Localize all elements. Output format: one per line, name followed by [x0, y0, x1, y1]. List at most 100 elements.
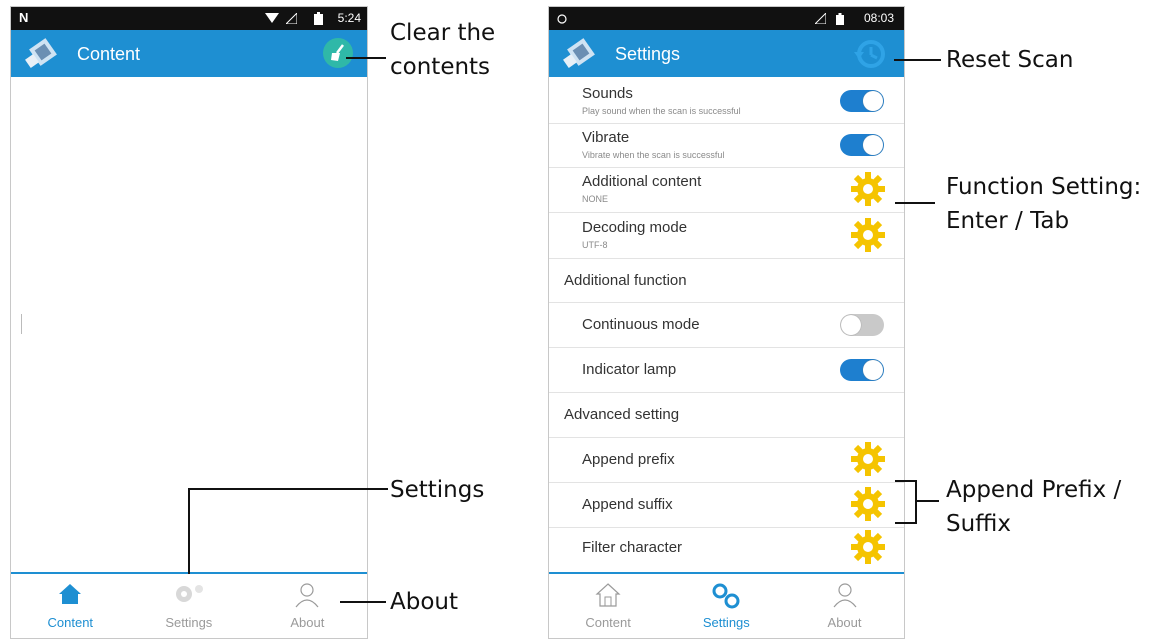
settings-gear-icon: [712, 583, 740, 609]
leader-line: [188, 488, 388, 490]
clear-contents-button[interactable]: [323, 38, 353, 68]
setting-sounds[interactable]: Sounds Play sound when the scan is succe…: [549, 77, 904, 124]
bracket-line: [915, 480, 917, 524]
sounds-toggle[interactable]: [840, 90, 884, 112]
setting-append-suffix[interactable]: Append suffix: [549, 482, 904, 528]
about-person-icon: [295, 583, 319, 608]
tab-label: Settings: [702, 615, 750, 630]
section-advanced-setting: Advanced setting: [549, 392, 904, 438]
gear-icon[interactable]: [850, 529, 886, 565]
gear-icon[interactable]: [850, 171, 886, 207]
setting-decoding-mode[interactable]: Decoding mode UTF-8: [549, 212, 904, 259]
text-cursor: [21, 314, 22, 334]
setting-title: Sounds: [582, 85, 633, 102]
tab-content[interactable]: Content: [549, 574, 667, 638]
home-icon: [59, 584, 82, 604]
about-person-icon: [833, 583, 856, 608]
setting-subtitle: Play sound when the scan is successful: [582, 106, 741, 116]
gear-icon[interactable]: [850, 217, 886, 253]
app-bar: Settings: [549, 30, 904, 77]
app-logo-icon: [25, 38, 57, 68]
app-bar: Content: [11, 30, 367, 77]
status-bar: 08:03: [549, 7, 904, 30]
status-time: 5:24: [337, 11, 361, 25]
setting-additional-content[interactable]: Additional content NONE: [549, 167, 904, 213]
tab-label: Settings: [165, 615, 213, 630]
gear-icon[interactable]: [850, 486, 886, 522]
callout-text: Append Prefix /: [946, 477, 1122, 503]
tab-label: About: [827, 615, 862, 630]
app-logo-icon: [563, 38, 595, 68]
signal-icon: [815, 13, 826, 24]
setting-title: Decoding mode: [582, 219, 688, 236]
callout-text: contents: [390, 54, 491, 80]
tab-content[interactable]: Content: [11, 574, 130, 638]
leader-line: [340, 601, 386, 603]
leader-line: [188, 488, 190, 574]
bottom-navigation: Content Settings About: [549, 572, 904, 638]
continuous-mode-toggle[interactable]: [840, 314, 884, 336]
tab-settings[interactable]: Settings: [667, 574, 785, 638]
callout-clear-contents: Clear the contents: [390, 16, 495, 84]
setting-title: Append suffix: [582, 496, 673, 513]
setting-vibrate[interactable]: Vibrate Vibrate when the scan is success…: [549, 123, 904, 168]
settings-screen: 08:03 Settings Sounds Play sound when th…: [548, 6, 905, 639]
leader-line: [917, 500, 939, 502]
section-header: Advanced setting: [564, 406, 680, 423]
settings-gear-icon: [175, 585, 203, 602]
tab-settings[interactable]: Settings: [130, 574, 249, 638]
battery-icon: [314, 12, 323, 25]
section-header: Additional function: [564, 272, 687, 289]
settings-list: Sounds Play sound when the scan is succe…: [549, 77, 904, 572]
callout-text: Enter / Tab: [946, 208, 1070, 234]
callout-about: About: [390, 589, 459, 615]
leader-line: [895, 202, 935, 204]
page-title: Settings: [615, 44, 681, 64]
callout-text: Suffix: [946, 511, 1012, 537]
bracket-line: [895, 522, 917, 524]
tab-about[interactable]: About: [248, 574, 367, 638]
setting-title: Filter character: [582, 539, 683, 556]
setting-title: Indicator lamp: [582, 361, 677, 378]
indicator-lamp-toggle[interactable]: [840, 359, 884, 381]
section-additional-function: Additional function: [549, 258, 904, 303]
callout-text: Function Setting:: [946, 174, 1142, 200]
broom-icon: [331, 44, 344, 61]
page-title: Content: [77, 44, 141, 64]
setting-title: Vibrate: [582, 129, 630, 146]
callout-reset-scan: Reset Scan: [946, 47, 1074, 73]
gear-icon[interactable]: [850, 441, 886, 477]
callout-function-setting: Function Setting: Enter / Tab: [946, 170, 1141, 238]
callout-settings: Settings: [390, 477, 485, 503]
setting-append-prefix[interactable]: Append prefix: [549, 437, 904, 483]
callout-text: Clear the: [390, 20, 496, 46]
notification-n-icon: N: [19, 10, 29, 25]
setting-indicator-lamp[interactable]: Indicator lamp: [549, 347, 904, 393]
setting-subtitle: UTF-8: [582, 240, 608, 250]
bracket-line: [895, 480, 917, 482]
battery-icon: [836, 13, 844, 25]
leader-line: [346, 57, 386, 59]
setting-title: Append prefix: [582, 451, 675, 468]
reset-scan-icon[interactable]: [852, 36, 888, 72]
tab-label: Content: [585, 615, 631, 630]
wifi-icon: [265, 13, 279, 23]
bottom-navigation: Content Settings About: [11, 572, 367, 638]
status-bar: N 5:24: [11, 7, 367, 30]
setting-title: Additional content: [582, 173, 702, 190]
setting-subtitle: Vibrate when the scan is successful: [582, 150, 725, 160]
tab-label: About: [290, 615, 325, 630]
signal-icon: [286, 13, 297, 24]
setting-continuous-mode[interactable]: Continuous mode: [549, 302, 904, 348]
tab-label: Content: [47, 615, 94, 630]
leader-line: [894, 59, 941, 61]
tab-about[interactable]: About: [785, 574, 903, 638]
status-time: 08:03: [863, 11, 894, 25]
vibrate-toggle[interactable]: [840, 134, 884, 156]
setting-title: Continuous mode: [582, 316, 700, 333]
setting-filter-character[interactable]: Filter character: [549, 527, 904, 572]
callout-append-prefix-suffix: Append Prefix / Suffix: [946, 473, 1121, 541]
setting-subtitle: NONE: [582, 194, 609, 204]
home-icon: [595, 583, 621, 607]
alarm-icon: [557, 14, 567, 24]
